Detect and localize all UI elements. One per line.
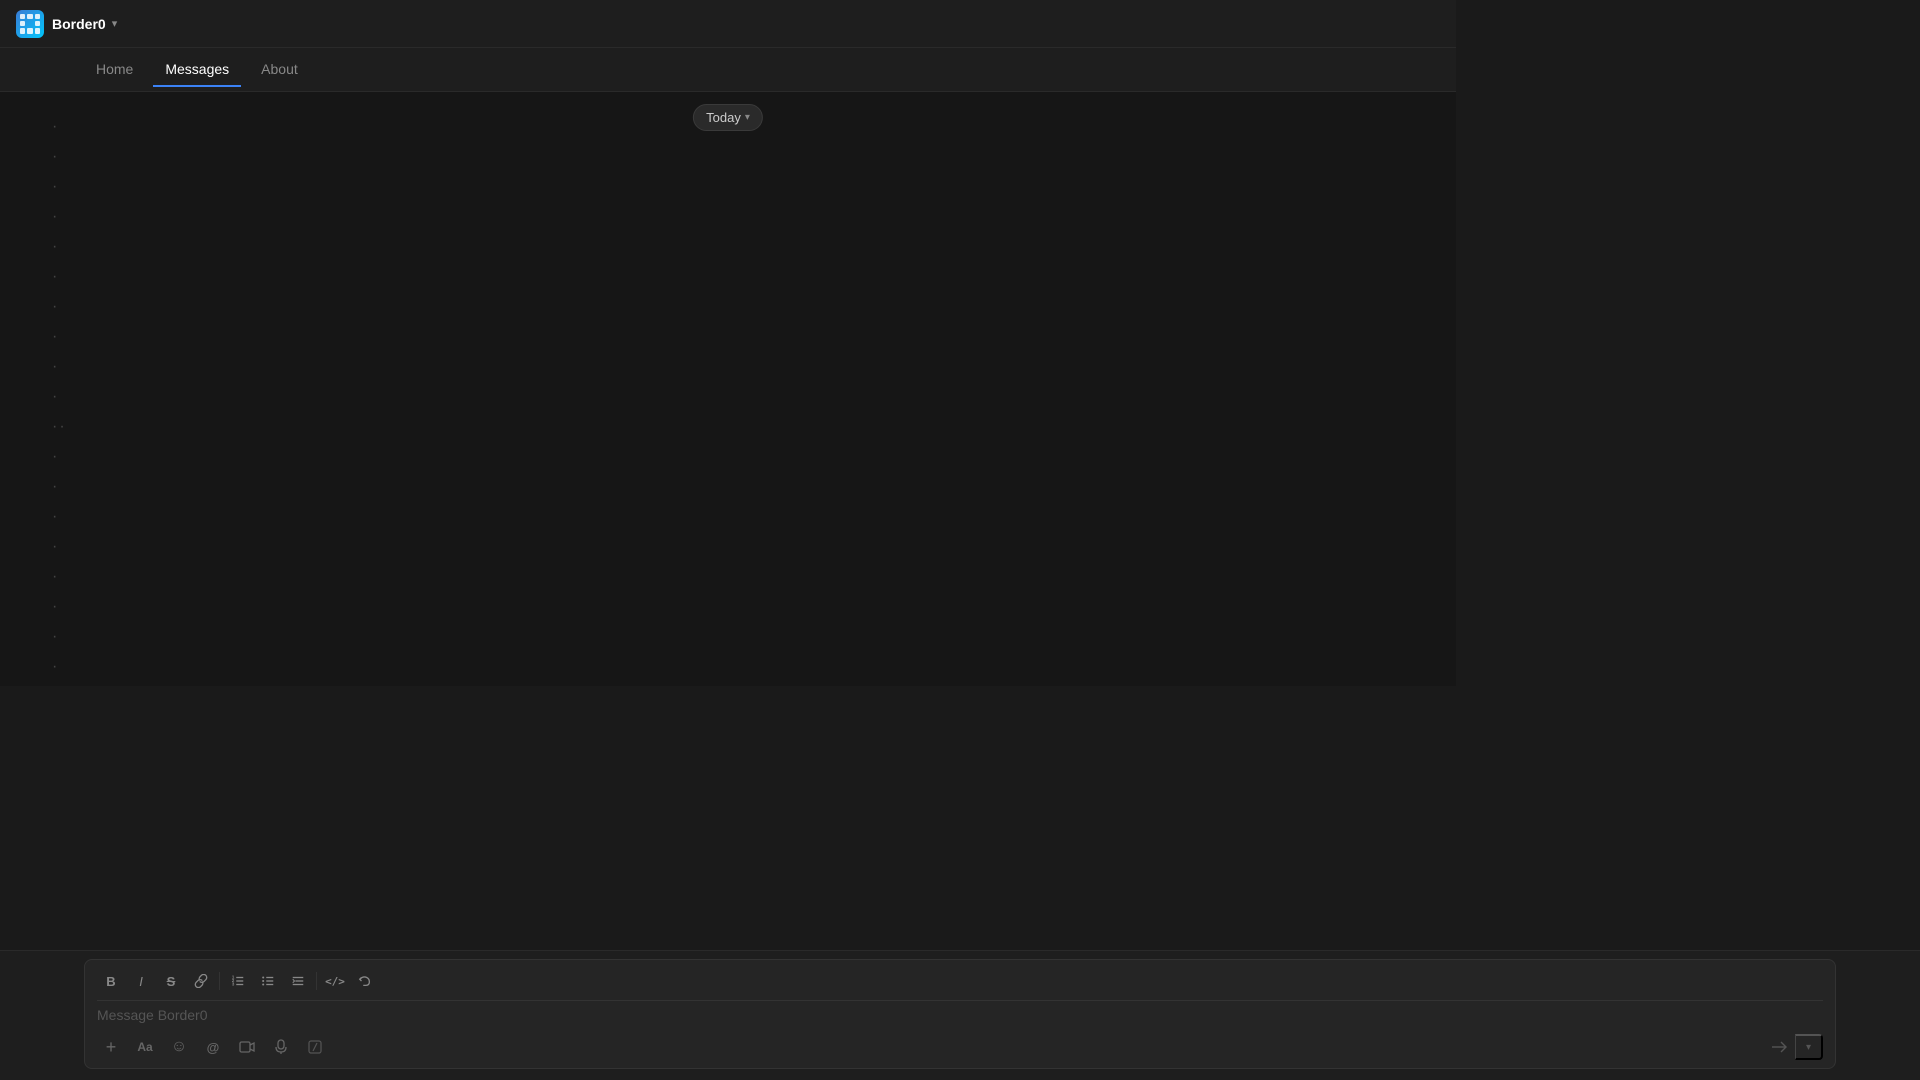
- undo-button[interactable]: [351, 968, 379, 994]
- filter-chevron-icon: ▾: [745, 112, 750, 123]
- list-item: ·: [52, 202, 67, 232]
- ordered-list-icon: 1 2 3: [231, 974, 245, 988]
- add-button[interactable]: +: [97, 1034, 125, 1060]
- title-bar: Border0 ▾: [0, 0, 1456, 48]
- list-item: ·: [52, 652, 67, 682]
- list-item: ·: [52, 382, 67, 412]
- text-style-button[interactable]: Aa: [131, 1034, 159, 1060]
- list-item: ·: [52, 112, 67, 142]
- send-button[interactable]: [1765, 1034, 1793, 1060]
- svg-text:3: 3: [232, 981, 235, 986]
- main-content: Today ▾ · · · · · · · · · · ·· · · · · ·…: [0, 92, 1456, 686]
- dot-list: · · · · · · · · · · ·· · · · · · · · · ·…: [52, 112, 67, 686]
- mic-button[interactable]: [267, 1034, 295, 1060]
- app-logo: [16, 10, 44, 38]
- today-filter-label: Today: [706, 110, 741, 125]
- undo-icon: [358, 974, 372, 988]
- composer-toolbar: B I S 1 2 3: [97, 968, 1823, 1001]
- link-icon: [194, 974, 208, 988]
- indent-button[interactable]: [284, 968, 312, 994]
- video-button[interactable]: [233, 1034, 261, 1060]
- list-item: ·: [52, 172, 67, 202]
- list-item: ·: [52, 532, 67, 562]
- composer-actions-right: ▾: [1765, 1034, 1823, 1060]
- video-icon: [239, 1040, 255, 1054]
- list-item: ·: [52, 592, 67, 622]
- list-item: ·: [52, 352, 67, 382]
- list-item: ·: [52, 622, 67, 652]
- send-options-button[interactable]: ▾: [1795, 1034, 1823, 1060]
- list-item: ·: [52, 262, 67, 292]
- composer-actions-left: + Aa ☺ @: [97, 1034, 329, 1060]
- list-item: ·: [52, 292, 67, 322]
- today-filter-button[interactable]: Today ▾: [693, 104, 763, 131]
- toolbar-separator-2: [316, 972, 317, 990]
- italic-button[interactable]: I: [127, 968, 155, 994]
- list-item: ·: [52, 562, 67, 592]
- list-item: ·: [52, 322, 67, 352]
- toolbar-separator: [219, 972, 220, 990]
- app-name: Border0: [52, 16, 106, 32]
- list-item: ·: [52, 232, 67, 262]
- slash-button[interactable]: [301, 1034, 329, 1060]
- emoji-button[interactable]: ☺: [165, 1034, 193, 1060]
- tab-messages[interactable]: Messages: [153, 53, 241, 87]
- link-button[interactable]: [187, 968, 215, 994]
- nav-tabs: Home Messages About: [0, 48, 1456, 92]
- composer: B I S 1 2 3: [0, 950, 1920, 1080]
- bold-button[interactable]: B: [97, 968, 125, 994]
- composer-bottom: + Aa ☺ @: [97, 1030, 1823, 1060]
- mic-icon: [275, 1039, 287, 1055]
- list-item: ·: [52, 682, 67, 686]
- slash-icon: [308, 1040, 322, 1054]
- composer-inner: B I S 1 2 3: [84, 959, 1836, 1069]
- app-chevron-icon[interactable]: ▾: [112, 17, 118, 30]
- tab-about[interactable]: About: [249, 53, 310, 87]
- send-icon: [1771, 1040, 1787, 1054]
- list-item: ·: [52, 142, 67, 172]
- indent-icon: [291, 974, 305, 988]
- tab-home[interactable]: Home: [84, 53, 145, 87]
- list-item: ·: [52, 472, 67, 502]
- list-item: ·: [52, 442, 67, 472]
- unordered-list-icon: [261, 974, 275, 988]
- strikethrough-button[interactable]: S: [157, 968, 185, 994]
- ordered-list-button[interactable]: 1 2 3: [224, 968, 252, 994]
- message-input[interactable]: [97, 1001, 1823, 1030]
- mention-button[interactable]: @: [199, 1034, 227, 1060]
- list-item: ·: [52, 502, 67, 532]
- unordered-list-button[interactable]: [254, 968, 282, 994]
- code-button[interactable]: </>: [321, 968, 349, 994]
- list-item: ··: [52, 412, 67, 442]
